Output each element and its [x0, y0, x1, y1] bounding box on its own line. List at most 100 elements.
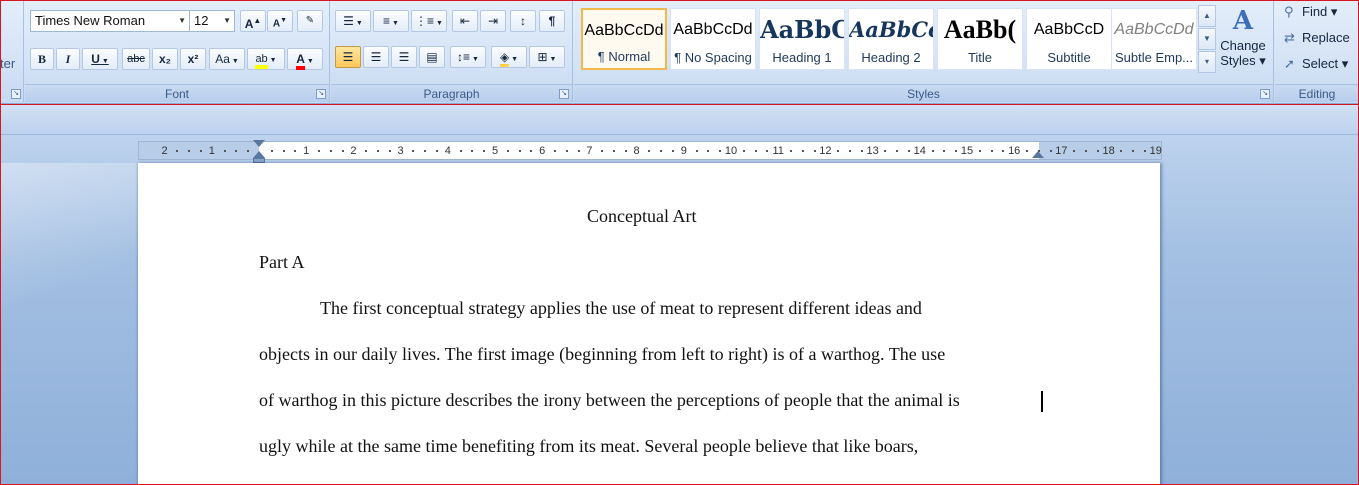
numbering-icon: ≡: [383, 14, 391, 28]
ruler-number: 9: [680, 145, 687, 157]
ruler-number: 12: [819, 145, 832, 157]
style-no-spacing[interactable]: AaBbCcDd ¶ No Spacing: [670, 8, 756, 70]
section-heading[interactable]: Part A: [259, 252, 305, 273]
gallery-more-icon[interactable]: ▾: [1198, 51, 1216, 73]
font-family-combo[interactable]: Times New Roman ▼: [30, 10, 190, 32]
replace-label: Replace: [1302, 30, 1350, 45]
superscript-icon: x²: [187, 52, 199, 66]
justify-icon: ▤: [426, 50, 438, 64]
align-right-button[interactable]: ☰: [391, 46, 417, 68]
style-title[interactable]: AaBb( Title: [937, 8, 1023, 70]
clear-formatting-button[interactable]: ✎: [297, 10, 323, 32]
ruler-number: 18: [1102, 145, 1115, 157]
numbering-button[interactable]: ≡ ▼: [373, 10, 409, 32]
hanging-indent-marker[interactable]: [253, 151, 265, 158]
style-subtle-emphasis[interactable]: AaBbCcDd Subtle Emp...: [1111, 8, 1197, 70]
ruler-number: 3: [397, 145, 404, 157]
ruler-tick: [554, 150, 556, 152]
ruler-tick: [672, 150, 674, 152]
ruler-tick: [1026, 150, 1028, 152]
paragraph-line[interactable]: objects in our daily lives. The first im…: [259, 344, 945, 365]
ruler-number: 19: [1149, 145, 1162, 157]
paragraph-line[interactable]: ugly while at the same time benefiting f…: [259, 436, 918, 457]
ruler-number: 1: [208, 145, 215, 157]
ruler-tick: [931, 150, 934, 152]
paragraph-line[interactable]: The first conceptual strategy applies th…: [320, 298, 922, 319]
multilevel-list-button[interactable]: ⋮≡ ▼: [411, 10, 447, 32]
right-indent-marker[interactable]: [1032, 151, 1044, 158]
ruler-tick: [719, 150, 722, 152]
replace-button[interactable]: ⇄ Replace: [1284, 28, 1350, 48]
style-heading-2[interactable]: AaBbCc Heading 2: [848, 8, 934, 70]
superscript-button[interactable]: x²: [180, 48, 206, 70]
horizontal-ruler[interactable]: 2 1 1 2 3 4 5 6 7 8 9 10 11 12 13 14 15 16 17 18 19: [138, 141, 1162, 160]
line-spacing-icon: ↕≡: [457, 50, 471, 64]
sort-button[interactable]: ↕: [510, 10, 536, 32]
clipboard-launcher-icon[interactable]: ↘: [11, 89, 21, 99]
ruler-tick: [247, 150, 250, 152]
ruler-tick: [329, 150, 332, 152]
styles-dialog-launcher-icon[interactable]: ↘: [1260, 89, 1270, 99]
subscript-button[interactable]: x₂: [152, 48, 178, 70]
sort-icon: ↕: [520, 14, 526, 28]
ruler-tick: [1120, 150, 1123, 152]
workspace-band: [0, 105, 1359, 135]
paragraph-group: ☰ ▼ ≡ ▼ ⋮≡ ▼ ⇤ ⇥ ↕ ¶ ☰ ☰ ☰ ▤ ↕≡ ▼ ◈ ▼ ⊞ …: [331, 0, 573, 104]
align-left-icon: ☰: [342, 50, 354, 64]
text-cursor: [1041, 391, 1043, 412]
bold-button[interactable]: B: [30, 48, 54, 70]
paragraph-line[interactable]: of warthog in this picture describes the…: [259, 390, 960, 411]
change-styles-label-line1: Change: [1220, 38, 1266, 53]
align-left-button[interactable]: ☰: [335, 46, 361, 68]
style-heading-1[interactable]: AaBbC Heading 1: [759, 8, 845, 70]
increase-indent-button[interactable]: ⇥: [480, 10, 506, 32]
change-styles-label-line2: Styles ▾: [1220, 53, 1266, 68]
line-spacing-button[interactable]: ↕≡ ▼: [450, 46, 486, 68]
style-name: Subtle Emp...: [1114, 50, 1194, 65]
justify-button[interactable]: ▤: [419, 46, 445, 68]
first-line-indent-marker[interactable]: [253, 140, 265, 147]
ruler-tick: [660, 150, 663, 152]
ruler-tick: [565, 150, 568, 152]
document-title[interactable]: Conceptual Art: [587, 206, 696, 227]
ruler-tick: [388, 150, 391, 152]
bullets-icon: ☰: [343, 14, 354, 28]
ruler-tick: [1096, 150, 1099, 152]
font-dialog-launcher-icon[interactable]: ↘: [316, 89, 326, 99]
borders-button[interactable]: ⊞ ▼: [529, 46, 565, 68]
ruler-tick: [235, 150, 238, 152]
gallery-scroll-down-icon[interactable]: ▼: [1198, 28, 1216, 50]
change-case-button[interactable]: Aa ▼: [209, 48, 245, 70]
shrink-font-button[interactable]: A▼: [267, 10, 293, 32]
select-button[interactable]: ➚ Select ▾: [1284, 54, 1348, 74]
grow-font-button[interactable]: A▲: [240, 10, 266, 32]
shading-button[interactable]: ◈ ▼: [491, 46, 527, 68]
ruler-tick: [648, 150, 651, 152]
find-label: Find ▾: [1302, 4, 1338, 19]
cursor-arrow-icon: ➚: [1284, 56, 1295, 71]
chevron-down-icon: ▼: [223, 16, 231, 25]
decrease-indent-button[interactable]: ⇤: [452, 10, 478, 32]
style-name: Heading 1: [772, 50, 832, 65]
align-center-button[interactable]: ☰: [363, 46, 389, 68]
ruler-tick: [483, 150, 486, 152]
find-button[interactable]: ⚲ Find ▾: [1284, 2, 1337, 22]
paragraph-dialog-launcher-icon[interactable]: ↘: [559, 89, 569, 99]
ruler-tick: [1132, 150, 1135, 152]
strikethrough-button[interactable]: abc: [122, 48, 150, 70]
change-styles-button[interactable]: A Change Styles ▾: [1218, 4, 1268, 80]
bullets-button[interactable]: ☰ ▼: [335, 10, 371, 32]
show-formatting-button[interactable]: ¶: [539, 10, 565, 32]
ruler-tick: [860, 150, 863, 152]
highlight-button[interactable]: ab ▼: [247, 48, 285, 70]
ruler-tick: [813, 150, 816, 152]
style-name: ¶ Normal: [597, 49, 651, 64]
style-subtitle[interactable]: AaBbCcD Subtitle: [1026, 8, 1112, 70]
font-size-combo[interactable]: 12 ▼: [189, 10, 235, 32]
underline-button[interactable]: U ▼: [82, 48, 118, 70]
font-color-button[interactable]: A ▼: [287, 48, 323, 70]
style-normal[interactable]: AaBbCcDd ¶ Normal: [581, 8, 667, 70]
italic-button[interactable]: I: [56, 48, 80, 70]
gallery-scroll-up-icon[interactable]: ▲: [1198, 5, 1216, 27]
ruler-tick: [707, 150, 710, 152]
